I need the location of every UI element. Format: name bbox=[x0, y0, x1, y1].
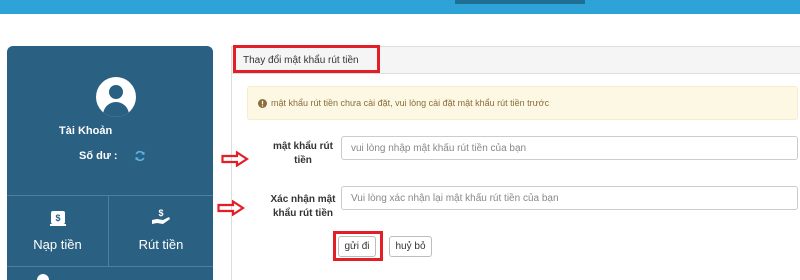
password-label: mật khẩu rút tiền bbox=[253, 140, 353, 168]
deposit-button[interactable]: $ Nạp tiền bbox=[7, 196, 109, 266]
cancel-button[interactable]: huỷ bỏ bbox=[389, 236, 432, 257]
balance-label: Số dư : bbox=[79, 150, 118, 162]
deposit-label: Nạp tiền bbox=[33, 237, 82, 252]
header-spacer bbox=[0, 14, 800, 46]
title-annotation-box bbox=[233, 45, 380, 73]
withdraw-label: Rút tiền bbox=[138, 237, 184, 252]
top-header-bar bbox=[0, 0, 800, 14]
confirm-label-line2: khẩu rút tiền bbox=[272, 208, 333, 219]
password-label-line1: mật khẩu rút bbox=[272, 141, 333, 152]
account-actions: $ Nạp tiền $ Rút tiền bbox=[7, 195, 213, 280]
avatar-head bbox=[109, 85, 123, 99]
hand-money-icon: $ bbox=[152, 208, 170, 224]
user-avatar-icon bbox=[96, 77, 136, 117]
next-menu-icon bbox=[37, 274, 49, 280]
change-withdraw-password-panel: Thay đổi mật khẩu rút tiền mật khẩu rút … bbox=[231, 45, 800, 280]
account-label: Tài Khoản bbox=[59, 125, 113, 137]
warning-text: mật khẩu rút tiền chưa cài đặt, vui lòng… bbox=[271, 98, 550, 108]
svg-text:$: $ bbox=[158, 208, 163, 218]
action-divider bbox=[7, 266, 213, 267]
right-arrow-icon bbox=[221, 151, 249, 167]
submit-button[interactable]: gửi đi bbox=[338, 236, 376, 257]
confirm-password-input[interactable] bbox=[341, 186, 798, 210]
avatar-body bbox=[103, 102, 129, 117]
header-logo-stub bbox=[455, 0, 585, 4]
exclamation-circle-icon bbox=[258, 99, 267, 108]
svg-text:$: $ bbox=[55, 213, 60, 223]
password-label-line2: tiền bbox=[294, 155, 312, 166]
password-input[interactable] bbox=[341, 136, 798, 160]
confirm-label-line1: Xác nhận mật bbox=[270, 194, 336, 205]
withdraw-button[interactable]: $ Rút tiền bbox=[110, 196, 212, 266]
refresh-icon[interactable] bbox=[134, 150, 146, 162]
warning-alert: mật khẩu rút tiền chưa cài đặt, vui lòng… bbox=[247, 86, 798, 120]
confirm-password-label: Xác nhận mật khẩu rút tiền bbox=[253, 193, 353, 221]
balance-row: Số dư : bbox=[79, 149, 146, 163]
account-panel: Tài Khoản Số dư : $ Nạp tiền $ Rút tiền bbox=[7, 46, 213, 280]
money-bag-icon: $ bbox=[50, 211, 66, 226]
right-arrow-icon bbox=[217, 200, 245, 216]
